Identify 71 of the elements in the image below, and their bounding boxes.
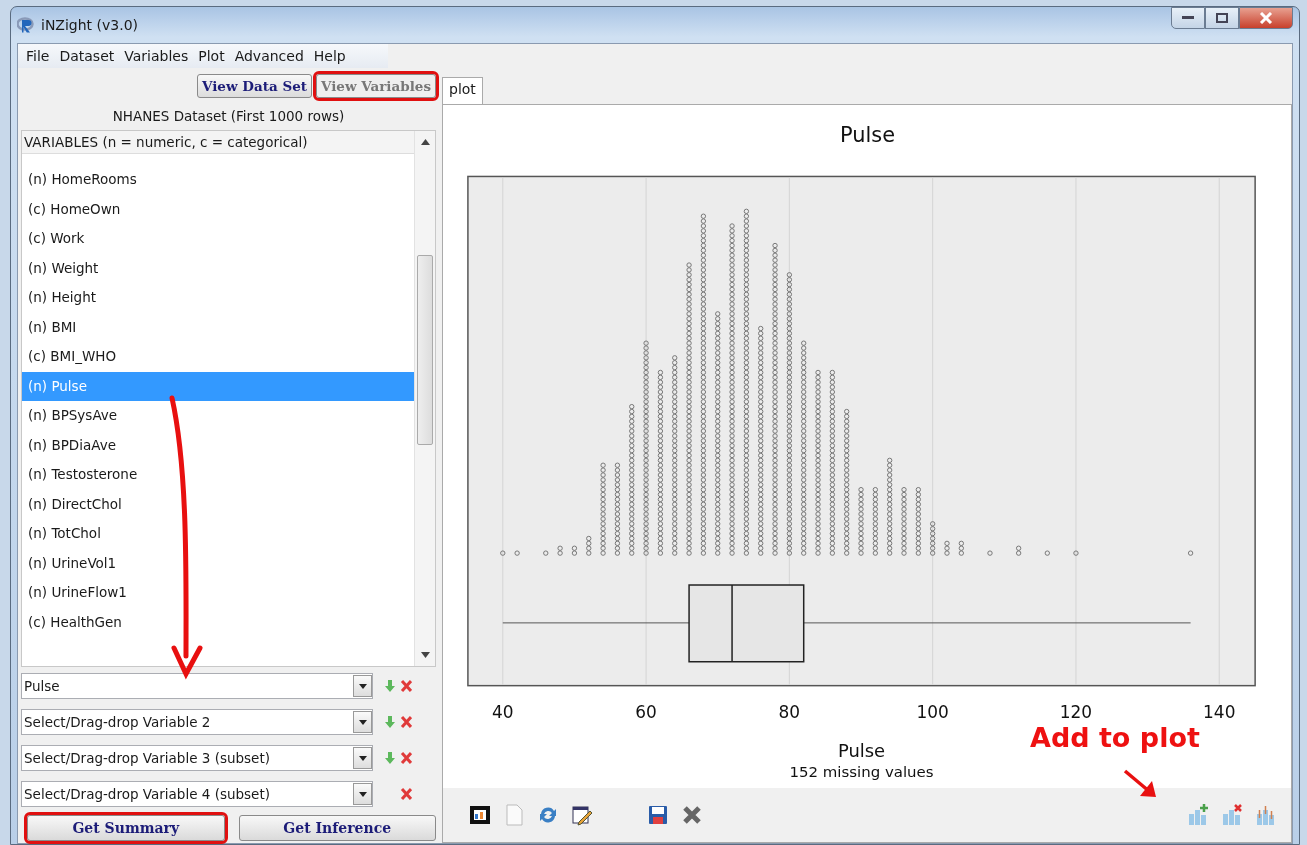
list-header: VARIABLES (n = numeric, c = categorical): [22, 131, 414, 154]
caret-icon[interactable]: [358, 755, 367, 761]
close-icon[interactable]: [681, 804, 703, 826]
dropdown-button[interactable]: [353, 711, 372, 733]
variable-dropdown[interactable]: Select/Drag-drop Variable 3 (subset): [21, 745, 373, 771]
scroll-up-icon[interactable]: [420, 139, 430, 145]
variable-item[interactable]: (n) HomeRooms: [22, 165, 414, 195]
variable-dropdown[interactable]: Pulse: [21, 673, 373, 699]
window-title: iNZight (v3.0): [41, 17, 138, 33]
variable-item[interactable]: (n) UrineFlow1: [22, 578, 414, 608]
axis-tick-label: 120: [1059, 701, 1093, 722]
variable-item[interactable]: (n) BPSysAve: [22, 401, 414, 431]
axis-tick-label: 140: [1203, 701, 1236, 722]
dropdown-button[interactable]: [353, 675, 372, 697]
variable-item[interactable]: (c) HomeOwn: [22, 194, 414, 224]
missing-values-note: 152 missing values: [789, 763, 934, 782]
save-icon[interactable]: [647, 804, 669, 826]
variable-item[interactable]: (n) UrineVol1: [22, 548, 414, 578]
minimize-button[interactable]: [1171, 7, 1205, 29]
caret-icon[interactable]: [358, 791, 367, 797]
caret-icon[interactable]: [358, 719, 367, 725]
error-bars-icon[interactable]: [1255, 804, 1277, 826]
axis-tick-label: 60: [635, 701, 657, 722]
x-axis-label: Pulse: [837, 740, 886, 762]
plot-title: Pulse: [839, 122, 896, 147]
pencil-edit-icon[interactable]: [571, 804, 593, 826]
menu-item[interactable]: Variables: [120, 46, 193, 66]
remove-icon[interactable]: [400, 752, 412, 764]
menu-item[interactable]: Advanced: [230, 46, 308, 66]
dropdown-button[interactable]: [353, 783, 372, 805]
variable-item[interactable]: (n) Weight: [22, 253, 414, 283]
action-button[interactable]: Get Summary: [27, 815, 225, 841]
annotation-arrow: [1123, 769, 1156, 797]
variable-item[interactable]: (n) TotChol: [22, 519, 414, 549]
variable-item[interactable]: (n) BMI: [22, 312, 414, 342]
variable-item[interactable]: (c) HealthGen: [22, 607, 414, 637]
menu-item[interactable]: File: [22, 46, 54, 66]
variable-dropdown[interactable]: Select/Drag-drop Variable 2: [21, 709, 373, 735]
view-button[interactable]: View Data Set: [197, 74, 312, 98]
remove-from-plot-icon[interactable]: [1221, 804, 1243, 826]
add-to-plot-icon[interactable]: [1187, 804, 1209, 826]
dataset-label: NHANES Dataset (First 1000 rows): [111, 107, 346, 126]
menu-item[interactable]: Help: [309, 46, 350, 66]
close-button[interactable]: [1239, 7, 1293, 29]
variable-item[interactable]: (n) Height: [22, 283, 414, 313]
minimize-icon[interactable]: [1182, 16, 1194, 20]
variable-item[interactable]: (n) Testosterone: [22, 460, 414, 490]
action-button[interactable]: Get Inference: [238, 815, 436, 841]
remove-icon[interactable]: [400, 788, 412, 800]
menu-item[interactable]: Plot: [194, 46, 229, 66]
maximize-button[interactable]: [1205, 7, 1239, 29]
dropdown-button[interactable]: [353, 747, 372, 769]
variable-item[interactable]: (c) BMI_WHO: [22, 342, 414, 372]
r-logo-icon: [17, 17, 35, 33]
axis-tick-label: 80: [778, 701, 801, 722]
variable-item[interactable]: (c) Work: [22, 224, 414, 254]
menu-item[interactable]: Dataset: [55, 46, 119, 66]
plot-tab[interactable]: plot: [442, 77, 483, 104]
remove-icon[interactable]: [400, 716, 412, 728]
variable-dropdown[interactable]: Select/Drag-drop Variable 4 (subset): [21, 781, 373, 807]
scroll-down-icon[interactable]: [420, 652, 430, 658]
caret-icon[interactable]: [358, 683, 367, 689]
scrollbar[interactable]: [414, 131, 435, 666]
axis-tick-label: 40: [492, 701, 514, 722]
maximize-icon[interactable]: [1216, 13, 1228, 23]
axis-tick-label: 100: [916, 701, 949, 722]
graph-window-icon[interactable]: [469, 804, 491, 826]
annotation-text: Add to plot: [1030, 722, 1200, 753]
variable-item[interactable]: (n) BPDiaAve: [22, 430, 414, 460]
variable-item[interactable]: (n) DirectChol: [22, 489, 414, 519]
remove-icon[interactable]: [400, 680, 412, 692]
